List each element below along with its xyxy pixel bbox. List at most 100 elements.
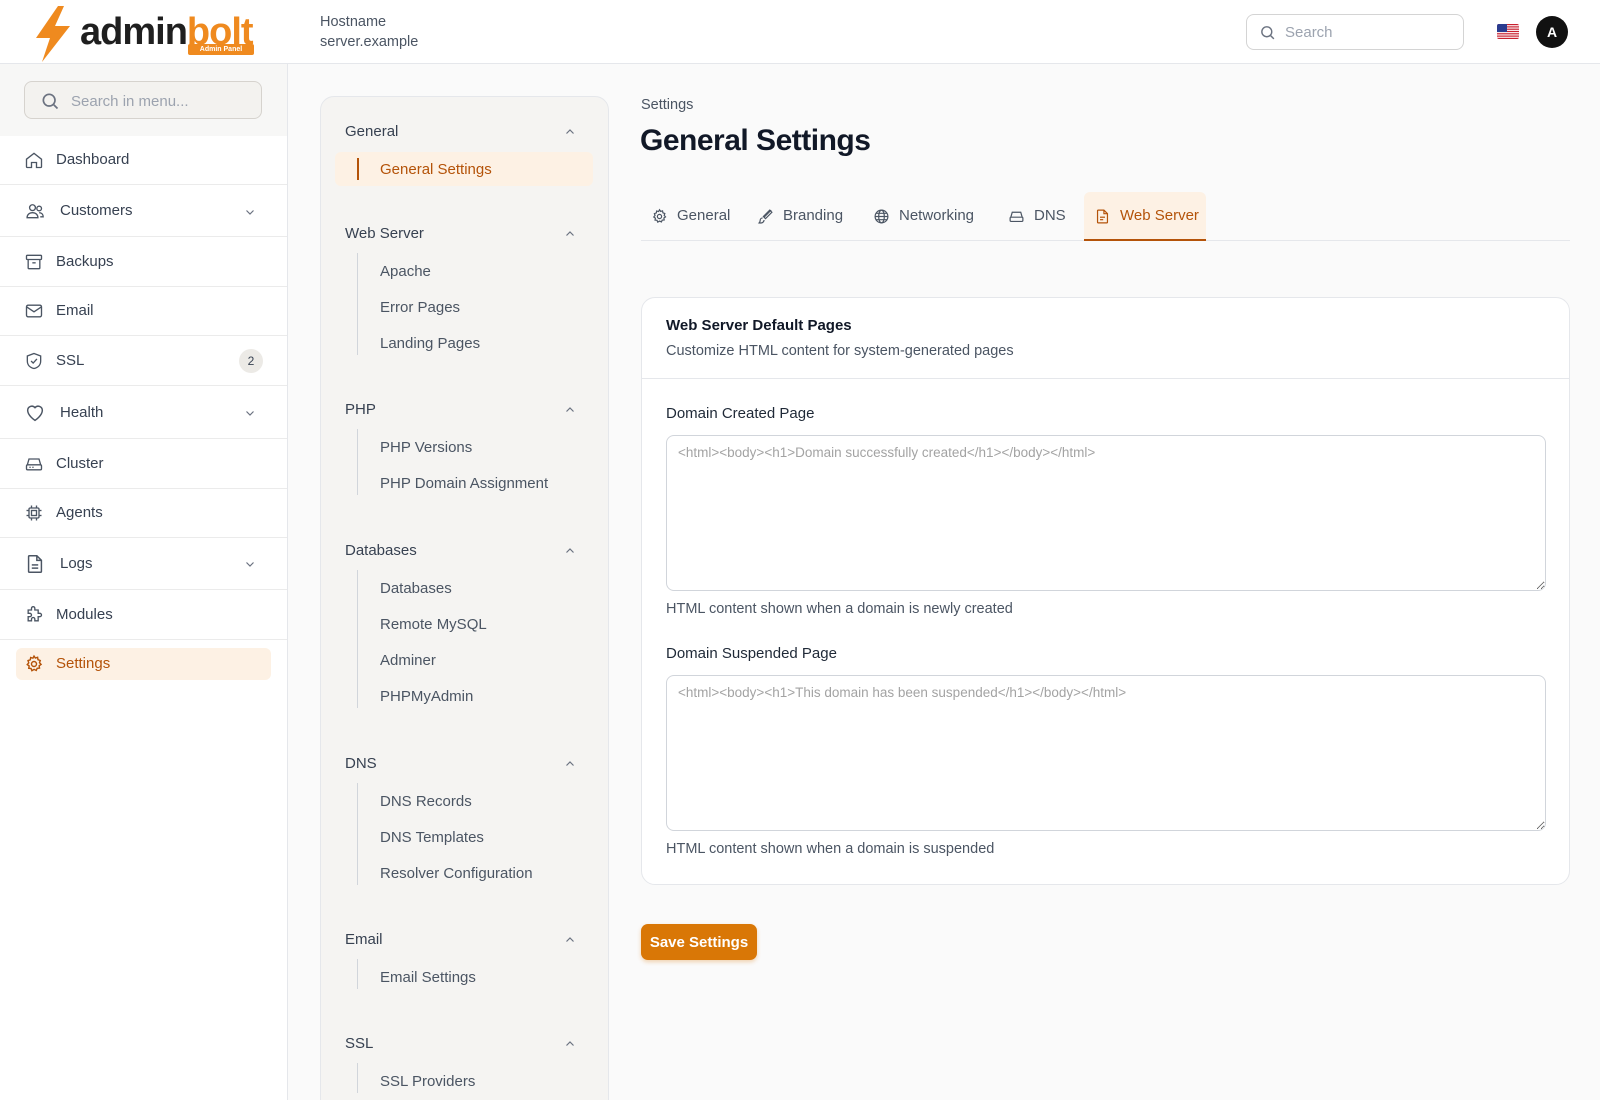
sidebar-item-label: Email <box>56 302 94 319</box>
tab-label: General <box>677 207 731 224</box>
subnav-item-landing-pages[interactable]: Landing Pages <box>380 335 480 352</box>
subnav-item-adminer[interactable]: Adminer <box>380 652 436 669</box>
subnav-item-dns-records[interactable]: DNS Records <box>380 793 472 810</box>
subnav-item-databases[interactable]: Databases <box>380 580 452 597</box>
sidebar-item-label: Modules <box>56 606 113 623</box>
shield-check-icon <box>26 352 42 370</box>
hostname-info: Hostname server.example <box>320 12 418 52</box>
chevron-down-icon <box>246 411 254 416</box>
web-server-defaults-card: Web Server Default Pages Customize HTML … <box>641 297 1570 885</box>
sidebar-item-logs[interactable]: Logs <box>0 538 287 590</box>
sidebar-item-email[interactable]: Email <box>0 287 287 336</box>
brush-icon <box>757 209 773 224</box>
hostname-label: Hostname <box>320 14 387 30</box>
tab-dns[interactable]: DNS <box>998 192 1078 241</box>
subnav-tree-line <box>357 1063 358 1093</box>
sidebar-item-cluster[interactable]: Cluster <box>0 440 287 489</box>
file-text-icon <box>27 555 43 573</box>
subnav-item-apache[interactable]: Apache <box>380 263 431 280</box>
chevron-up-icon[interactable] <box>564 228 576 240</box>
tab-label: Web Server <box>1120 207 1199 224</box>
sidebar-item-customers[interactable]: Customers <box>0 186 287 237</box>
subnav-item-php-domain-assignment[interactable]: PHP Domain Assignment <box>380 475 548 492</box>
tab-label: DNS <box>1034 207 1066 224</box>
chevron-up-icon[interactable] <box>564 934 576 946</box>
subnav-item-general-settings[interactable]: General Settings <box>380 161 492 178</box>
active-indicator <box>357 158 359 180</box>
heart-icon <box>26 405 44 422</box>
tab-general[interactable]: General <box>641 192 741 241</box>
domain-suspended-help: HTML content shown when a domain is susp… <box>666 841 995 857</box>
sidebar-item-label: SSL <box>56 352 85 369</box>
tab-networking[interactable]: Networking <box>863 192 993 241</box>
subnav-tree-line <box>357 570 358 708</box>
sidebar-search[interactable] <box>24 81 262 119</box>
user-avatar[interactable]: A <box>1536 16 1568 48</box>
tab-web-server[interactable]: Web Server <box>1084 192 1206 241</box>
sidebar-item-label: Health <box>60 404 104 421</box>
subnav-item-dns-templates[interactable]: DNS Templates <box>380 829 484 846</box>
chevron-up-icon[interactable] <box>564 404 576 416</box>
save-settings-button[interactable]: Save Settings <box>641 924 757 960</box>
gear-icon <box>652 208 667 224</box>
subnav-group-ssl[interactable]: SSL <box>345 1035 373 1052</box>
subnav-tree-line <box>357 429 358 495</box>
sidebar-item-settings[interactable]: Settings <box>0 640 287 689</box>
subnav-group-dns[interactable]: DNS <box>345 755 377 772</box>
global-search[interactable] <box>1246 14 1464 50</box>
subnav-group-web-server[interactable]: Web Server <box>345 225 424 242</box>
hostname-value: server.example <box>320 34 419 50</box>
sidebar-item-dashboard[interactable]: Dashboard <box>0 136 287 185</box>
sidebar-item-label: Agents <box>56 504 103 521</box>
domain-created-textarea[interactable] <box>666 435 1546 591</box>
sidebar-search-input[interactable] <box>71 90 251 112</box>
subnav-item-ssl-providers[interactable]: SSL Providers <box>380 1073 475 1090</box>
sidebar-item-ssl[interactable]: SSL 2 <box>0 336 287 386</box>
subnav-item-resolver-configuration[interactable]: Resolver Configuration <box>380 865 533 882</box>
subnav-group-email[interactable]: Email <box>345 931 383 948</box>
subnav-item-email-settings[interactable]: Email Settings <box>380 969 476 986</box>
file-icon <box>1096 209 1109 224</box>
sidebar-item-label: Settings <box>56 655 111 672</box>
subnav-tree-line <box>357 959 358 989</box>
subnav-item-php-versions[interactable]: PHP Versions <box>380 439 472 456</box>
ssl-count-badge: 2 <box>239 349 263 373</box>
subnav-group-php[interactable]: PHP <box>345 401 376 418</box>
breadcrumb[interactable]: Settings <box>641 97 693 113</box>
us-flag-icon[interactable] <box>1497 24 1519 39</box>
logo-badge: Admin Panel <box>188 44 254 55</box>
cpu-icon <box>26 505 42 521</box>
tab-branding[interactable]: Branding <box>747 192 857 241</box>
page-title: General Settings <box>640 124 871 157</box>
archive-icon <box>25 254 43 270</box>
adminbolt-logo[interactable]: adminbolt Admin Panel <box>30 6 260 62</box>
top-bar: adminbolt Admin Panel Hostname server.ex… <box>0 0 1600 64</box>
subnav-item-remote-mysql[interactable]: Remote MySQL <box>380 616 487 633</box>
users-icon <box>26 204 44 219</box>
active-highlight <box>16 648 271 680</box>
domain-created-label: Domain Created Page <box>666 405 815 422</box>
sidebar-item-backups[interactable]: Backups <box>0 238 287 287</box>
sidebar-item-label: Backups <box>56 253 114 270</box>
subnav-tree-line <box>357 253 358 355</box>
sidebar-item-health[interactable]: Health <box>0 387 287 439</box>
chevron-up-icon[interactable] <box>564 545 576 557</box>
subnav-group-general[interactable]: General <box>345 123 398 140</box>
home-icon <box>25 152 43 169</box>
sidebar-item-label: Logs <box>60 555 93 572</box>
mail-icon <box>25 304 43 318</box>
chevron-up-icon[interactable] <box>564 126 576 138</box>
card-title: Web Server Default Pages <box>666 317 852 334</box>
subnav-item-error-pages[interactable]: Error Pages <box>380 299 460 316</box>
sidebar-item-modules[interactable]: Modules <box>0 591 287 640</box>
tab-label: Networking <box>899 207 975 224</box>
subnav-group-databases[interactable]: Databases <box>345 542 417 559</box>
chevron-down-icon <box>246 210 254 215</box>
tab-label: Branding <box>783 207 844 224</box>
chevron-up-icon[interactable] <box>564 758 576 770</box>
subnav-item-phpmyadmin[interactable]: PHPMyAdmin <box>380 688 473 705</box>
global-search-input[interactable] <box>1285 21 1455 43</box>
domain-suspended-textarea[interactable] <box>666 675 1546 831</box>
chevron-up-icon[interactable] <box>564 1038 576 1050</box>
sidebar-item-agents[interactable]: Agents <box>0 489 287 538</box>
